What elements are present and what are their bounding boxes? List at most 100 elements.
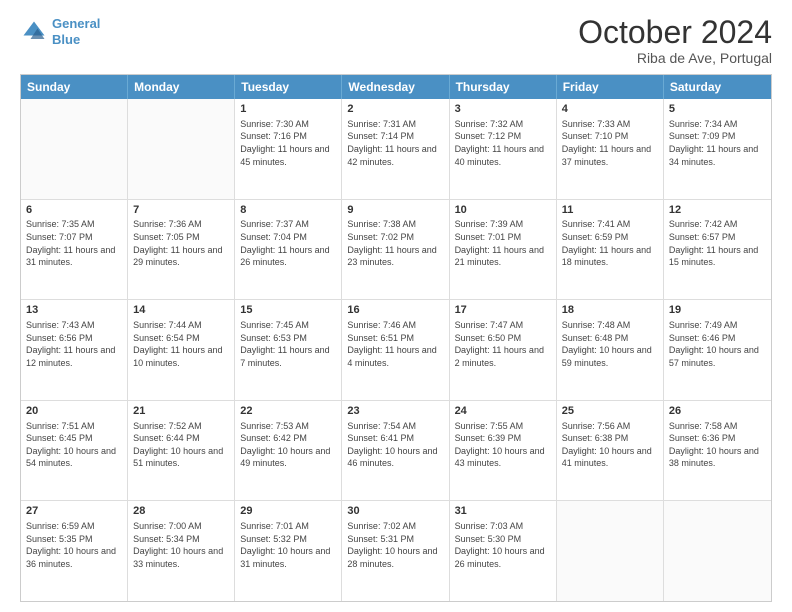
- day-number: 16: [347, 303, 443, 318]
- cell-details: Sunrise: 7:02 AM Sunset: 5:31 PM Dayligh…: [347, 520, 443, 570]
- cell-details: Sunrise: 7:49 AM Sunset: 6:46 PM Dayligh…: [669, 319, 766, 369]
- day-number: 14: [133, 303, 229, 318]
- day-31: 31Sunrise: 7:03 AM Sunset: 5:30 PM Dayli…: [450, 501, 557, 601]
- day-number: 7: [133, 203, 229, 218]
- cell-details: Sunrise: 7:38 AM Sunset: 7:02 PM Dayligh…: [347, 218, 443, 268]
- day-24: 24Sunrise: 7:55 AM Sunset: 6:39 PM Dayli…: [450, 401, 557, 501]
- day-number: 28: [133, 504, 229, 519]
- cell-details: Sunrise: 7:51 AM Sunset: 6:45 PM Dayligh…: [26, 420, 122, 470]
- day-of-week-sunday: Sunday: [21, 75, 128, 99]
- cell-details: Sunrise: 7:32 AM Sunset: 7:12 PM Dayligh…: [455, 118, 551, 168]
- cell-details: Sunrise: 7:47 AM Sunset: 6:50 PM Dayligh…: [455, 319, 551, 369]
- calendar-row-3: 13Sunrise: 7:43 AM Sunset: 6:56 PM Dayli…: [21, 299, 771, 400]
- calendar: SundayMondayTuesdayWednesdayThursdayFrid…: [20, 74, 772, 602]
- day-26: 26Sunrise: 7:58 AM Sunset: 6:36 PM Dayli…: [664, 401, 771, 501]
- logo-blue: Blue: [52, 32, 80, 47]
- day-30: 30Sunrise: 7:02 AM Sunset: 5:31 PM Dayli…: [342, 501, 449, 601]
- day-23: 23Sunrise: 7:54 AM Sunset: 6:41 PM Dayli…: [342, 401, 449, 501]
- day-of-week-thursday: Thursday: [450, 75, 557, 99]
- day-3: 3Sunrise: 7:32 AM Sunset: 7:12 PM Daylig…: [450, 99, 557, 199]
- day-of-week-friday: Friday: [557, 75, 664, 99]
- cell-details: Sunrise: 7:52 AM Sunset: 6:44 PM Dayligh…: [133, 420, 229, 470]
- day-10: 10Sunrise: 7:39 AM Sunset: 7:01 PM Dayli…: [450, 200, 557, 300]
- cell-details: Sunrise: 7:56 AM Sunset: 6:38 PM Dayligh…: [562, 420, 658, 470]
- day-number: 8: [240, 203, 336, 218]
- day-number: 13: [26, 303, 122, 318]
- day-7: 7Sunrise: 7:36 AM Sunset: 7:05 PM Daylig…: [128, 200, 235, 300]
- cell-details: Sunrise: 7:30 AM Sunset: 7:16 PM Dayligh…: [240, 118, 336, 168]
- day-number: 29: [240, 504, 336, 519]
- day-13: 13Sunrise: 7:43 AM Sunset: 6:56 PM Dayli…: [21, 300, 128, 400]
- day-15: 15Sunrise: 7:45 AM Sunset: 6:53 PM Dayli…: [235, 300, 342, 400]
- day-number: 27: [26, 504, 122, 519]
- cell-details: Sunrise: 7:41 AM Sunset: 6:59 PM Dayligh…: [562, 218, 658, 268]
- day-number: 20: [26, 404, 122, 419]
- day-number: 17: [455, 303, 551, 318]
- day-number: 12: [669, 203, 766, 218]
- day-number: 26: [669, 404, 766, 419]
- day-of-week-saturday: Saturday: [664, 75, 771, 99]
- day-number: 11: [562, 203, 658, 218]
- day-of-week-wednesday: Wednesday: [342, 75, 449, 99]
- day-2: 2Sunrise: 7:31 AM Sunset: 7:14 PM Daylig…: [342, 99, 449, 199]
- logo-text: General Blue: [52, 16, 100, 47]
- title-block: October 2024 Riba de Ave, Portugal: [578, 16, 772, 66]
- day-number: 4: [562, 102, 658, 117]
- empty-cell: [664, 501, 771, 601]
- day-number: 21: [133, 404, 229, 419]
- day-21: 21Sunrise: 7:52 AM Sunset: 6:44 PM Dayli…: [128, 401, 235, 501]
- day-number: 30: [347, 504, 443, 519]
- day-number: 6: [26, 203, 122, 218]
- cell-details: Sunrise: 6:59 AM Sunset: 5:35 PM Dayligh…: [26, 520, 122, 570]
- location: Riba de Ave, Portugal: [578, 50, 772, 66]
- calendar-row-4: 20Sunrise: 7:51 AM Sunset: 6:45 PM Dayli…: [21, 400, 771, 501]
- logo-icon: [20, 18, 48, 46]
- day-of-week-tuesday: Tuesday: [235, 75, 342, 99]
- day-27: 27Sunrise: 6:59 AM Sunset: 5:35 PM Dayli…: [21, 501, 128, 601]
- day-number: 2: [347, 102, 443, 117]
- day-20: 20Sunrise: 7:51 AM Sunset: 6:45 PM Dayli…: [21, 401, 128, 501]
- cell-details: Sunrise: 7:01 AM Sunset: 5:32 PM Dayligh…: [240, 520, 336, 570]
- cell-details: Sunrise: 7:31 AM Sunset: 7:14 PM Dayligh…: [347, 118, 443, 168]
- day-17: 17Sunrise: 7:47 AM Sunset: 6:50 PM Dayli…: [450, 300, 557, 400]
- day-number: 3: [455, 102, 551, 117]
- day-number: 31: [455, 504, 551, 519]
- empty-cell: [557, 501, 664, 601]
- cell-details: Sunrise: 7:48 AM Sunset: 6:48 PM Dayligh…: [562, 319, 658, 369]
- calendar-header: SundayMondayTuesdayWednesdayThursdayFrid…: [21, 75, 771, 99]
- day-8: 8Sunrise: 7:37 AM Sunset: 7:04 PM Daylig…: [235, 200, 342, 300]
- cell-details: Sunrise: 7:54 AM Sunset: 6:41 PM Dayligh…: [347, 420, 443, 470]
- calendar-row-2: 6Sunrise: 7:35 AM Sunset: 7:07 PM Daylig…: [21, 199, 771, 300]
- day-number: 18: [562, 303, 658, 318]
- empty-cell: [21, 99, 128, 199]
- day-25: 25Sunrise: 7:56 AM Sunset: 6:38 PM Dayli…: [557, 401, 664, 501]
- cell-details: Sunrise: 7:44 AM Sunset: 6:54 PM Dayligh…: [133, 319, 229, 369]
- month-title: October 2024: [578, 16, 772, 48]
- day-number: 23: [347, 404, 443, 419]
- calendar-row-1: 1Sunrise: 7:30 AM Sunset: 7:16 PM Daylig…: [21, 99, 771, 199]
- cell-details: Sunrise: 7:35 AM Sunset: 7:07 PM Dayligh…: [26, 218, 122, 268]
- cell-details: Sunrise: 7:43 AM Sunset: 6:56 PM Dayligh…: [26, 319, 122, 369]
- day-29: 29Sunrise: 7:01 AM Sunset: 5:32 PM Dayli…: [235, 501, 342, 601]
- day-12: 12Sunrise: 7:42 AM Sunset: 6:57 PM Dayli…: [664, 200, 771, 300]
- calendar-row-5: 27Sunrise: 6:59 AM Sunset: 5:35 PM Dayli…: [21, 500, 771, 601]
- day-19: 19Sunrise: 7:49 AM Sunset: 6:46 PM Dayli…: [664, 300, 771, 400]
- day-number: 1: [240, 102, 336, 117]
- day-18: 18Sunrise: 7:48 AM Sunset: 6:48 PM Dayli…: [557, 300, 664, 400]
- cell-details: Sunrise: 7:03 AM Sunset: 5:30 PM Dayligh…: [455, 520, 551, 570]
- cell-details: Sunrise: 7:34 AM Sunset: 7:09 PM Dayligh…: [669, 118, 766, 168]
- day-of-week-monday: Monday: [128, 75, 235, 99]
- page: General Blue October 2024 Riba de Ave, P…: [0, 0, 792, 612]
- day-number: 15: [240, 303, 336, 318]
- day-number: 9: [347, 203, 443, 218]
- day-number: 22: [240, 404, 336, 419]
- cell-details: Sunrise: 7:37 AM Sunset: 7:04 PM Dayligh…: [240, 218, 336, 268]
- day-14: 14Sunrise: 7:44 AM Sunset: 6:54 PM Dayli…: [128, 300, 235, 400]
- header: General Blue October 2024 Riba de Ave, P…: [20, 16, 772, 66]
- cell-details: Sunrise: 7:33 AM Sunset: 7:10 PM Dayligh…: [562, 118, 658, 168]
- day-number: 10: [455, 203, 551, 218]
- day-number: 19: [669, 303, 766, 318]
- day-11: 11Sunrise: 7:41 AM Sunset: 6:59 PM Dayli…: [557, 200, 664, 300]
- cell-details: Sunrise: 7:45 AM Sunset: 6:53 PM Dayligh…: [240, 319, 336, 369]
- calendar-body: 1Sunrise: 7:30 AM Sunset: 7:16 PM Daylig…: [21, 99, 771, 601]
